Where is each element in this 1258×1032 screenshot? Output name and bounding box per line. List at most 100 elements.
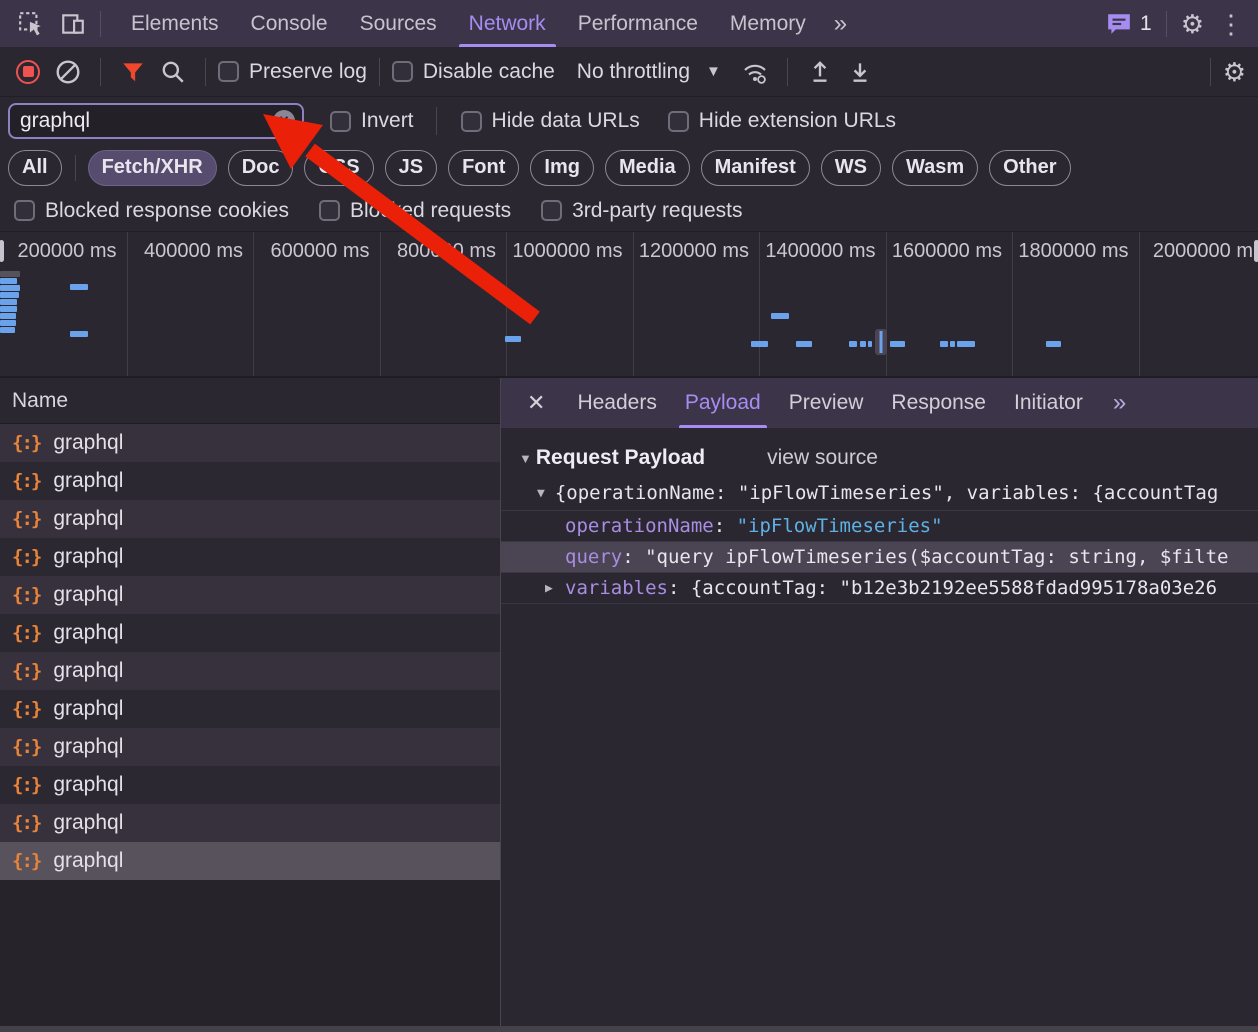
export-har-icon[interactable] (840, 52, 880, 92)
checkbox[interactable] (330, 111, 351, 132)
expand-triangle-icon[interactable]: ▼ (537, 486, 545, 501)
payload-property-operationName[interactable]: operationName: "ipFlowTimeseries" (501, 510, 1258, 541)
network-settings-gear-icon[interactable]: ⚙ (1223, 59, 1246, 85)
checkbox[interactable] (392, 61, 413, 82)
timeline-tick-label: 400000 ms (144, 240, 243, 263)
collapse-triangle-icon[interactable]: ▼ (519, 451, 532, 466)
detail-tab-headers[interactable]: Headers (563, 378, 670, 428)
chip-media[interactable]: Media (605, 150, 690, 186)
checkbox[interactable] (218, 61, 239, 82)
throttling-dropdown[interactable]: No throttling ▼ (577, 60, 721, 84)
chip-wasm[interactable]: Wasm (892, 150, 978, 186)
tab-console[interactable]: Console (235, 0, 344, 47)
inspect-element-icon[interactable] (14, 7, 48, 41)
blocked-requests-checkbox[interactable]: Blocked requests (319, 199, 511, 223)
third-party-requests-checkbox[interactable]: 3rd-party requests (541, 199, 742, 223)
settings-gear-icon[interactable]: ⚙ (1181, 11, 1204, 37)
detail-tab-response[interactable]: Response (877, 378, 1000, 428)
network-conditions-icon[interactable] (735, 52, 775, 92)
preserve-log-checkbox[interactable]: Preserve log (218, 60, 367, 84)
chip-manifest[interactable]: Manifest (701, 150, 810, 186)
request-row[interactable]: {:}graphql (0, 462, 500, 500)
tab-network[interactable]: Network (453, 0, 562, 47)
kebab-menu-icon[interactable]: ⋮ (1218, 11, 1244, 37)
checkbox[interactable] (319, 200, 340, 221)
filter-icon[interactable] (113, 52, 153, 92)
chip-all[interactable]: All (8, 150, 62, 186)
timeline-request-bar (868, 341, 872, 347)
overview-left-grip[interactable] (0, 238, 6, 264)
checkbox[interactable] (541, 200, 562, 221)
pane-divider[interactable] (500, 378, 501, 1026)
filter-input[interactable] (10, 105, 302, 137)
more-detail-tabs-chevron-icon[interactable]: » (1103, 378, 1134, 428)
request-name: graphql (53, 697, 123, 721)
payload-preview-row[interactable]: ▼ {operationName: "ipFlowTimeseries", va… (501, 476, 1258, 510)
timeline-request-bar (0, 278, 17, 284)
timeline-tick-label: 200000 ms (18, 240, 117, 263)
clear-filter-icon[interactable]: ✕ (273, 110, 295, 132)
record-network-log-button[interactable] (8, 52, 48, 92)
blocked-response-cookies-checkbox[interactable]: Blocked response cookies (14, 199, 289, 223)
timeline-gridline (1012, 232, 1013, 376)
console-messages-badge[interactable]: 1 (1106, 12, 1152, 36)
request-row[interactable]: {:}graphql (0, 842, 500, 880)
request-row[interactable]: {:}graphql (0, 766, 500, 804)
timeline-tick-label: 1200000 ms (639, 240, 749, 263)
request-name: graphql (53, 545, 123, 569)
request-row[interactable]: {:}graphql (0, 728, 500, 766)
property-colon: : (714, 515, 737, 537)
checkbox[interactable] (668, 111, 689, 132)
detail-tab-initiator[interactable]: Initiator (1000, 378, 1097, 428)
hide-data-urls-checkbox[interactable]: Hide data URLs (461, 109, 640, 133)
chip-img[interactable]: Img (530, 150, 594, 186)
clear-network-log-button[interactable] (48, 52, 88, 92)
tab-performance[interactable]: Performance (562, 0, 714, 47)
device-toolbar-icon[interactable] (56, 7, 90, 41)
checkbox[interactable] (14, 200, 35, 221)
chip-fetch-xhr[interactable]: Fetch/XHR (88, 150, 217, 186)
divider (1210, 58, 1211, 86)
close-detail-icon[interactable]: ✕ (515, 378, 557, 428)
request-row[interactable]: {:}graphql (0, 538, 500, 576)
payload-section-title: Request Payload (536, 446, 705, 470)
chip-ws[interactable]: WS (821, 150, 881, 186)
request-row[interactable]: {:}graphql (0, 424, 500, 462)
tab-elements[interactable]: Elements (115, 0, 235, 47)
tab-memory[interactable]: Memory (714, 0, 822, 47)
request-row[interactable]: {:}graphql (0, 690, 500, 728)
detail-tab-preview[interactable]: Preview (775, 378, 878, 428)
search-icon[interactable] (153, 52, 193, 92)
network-overview-timeline[interactable]: 200000 ms400000 ms600000 ms800000 ms1000… (0, 232, 1258, 378)
request-row[interactable]: {:}graphql (0, 614, 500, 652)
timeline-request-bar (70, 331, 88, 337)
detail-tab-payload[interactable]: Payload (671, 378, 775, 428)
timeline-tick-label: 1000000 ms (512, 240, 622, 263)
expand-triangle-icon[interactable]: ▶ (545, 581, 553, 596)
hide-extension-urls-checkbox[interactable]: Hide extension URLs (668, 109, 896, 133)
name-column-header[interactable]: Name (0, 378, 500, 424)
view-source-link[interactable]: view source (767, 446, 878, 470)
request-row[interactable]: {:}graphql (0, 500, 500, 538)
payload-property-variables[interactable]: ▶variables: {accountTag: "b12e3b2192ee55… (501, 572, 1258, 603)
chip-js[interactable]: JS (385, 150, 437, 186)
checkbox[interactable] (461, 111, 482, 132)
chip-other[interactable]: Other (989, 150, 1070, 186)
invert-checkbox[interactable]: Invert (330, 109, 414, 133)
property-value: {accountTag: "b12e3b2192ee5588fdad995178… (691, 577, 1217, 599)
tab-sources[interactable]: Sources (344, 0, 453, 47)
json-braces-icon: {:} (12, 660, 40, 682)
request-row[interactable]: {:}graphql (0, 576, 500, 614)
message-count: 1 (1140, 12, 1152, 36)
payload-property-query[interactable]: query: "query ipFlowTimeseries($accountT… (501, 541, 1258, 572)
chip-font[interactable]: Font (448, 150, 519, 186)
chip-css[interactable]: CSS (304, 150, 373, 186)
request-row[interactable]: {:}graphql (0, 804, 500, 842)
chip-doc[interactable]: Doc (228, 150, 294, 186)
timeline-request-bar (0, 299, 17, 305)
request-name: graphql (53, 811, 123, 835)
import-har-icon[interactable] (800, 52, 840, 92)
disable-cache-checkbox[interactable]: Disable cache (392, 60, 555, 84)
more-panels-chevron-icon[interactable]: » (822, 0, 857, 47)
request-row[interactable]: {:}graphql (0, 652, 500, 690)
